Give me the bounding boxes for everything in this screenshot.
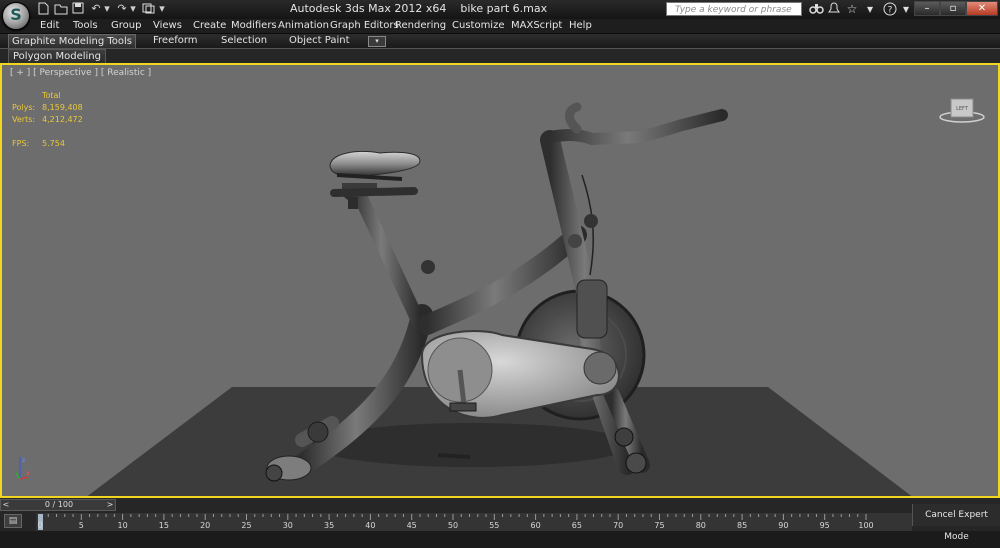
close-button[interactable]: ✕: [966, 1, 998, 16]
menu-create[interactable]: Create: [193, 19, 226, 33]
timeline-tick-label: 40: [365, 521, 376, 530]
title-bar: S ↶ ▾ ↷ ▾ ▾ Autodesk 3ds Max 2012 x64 bik…: [0, 0, 1000, 30]
timeline-tick-label: 45: [406, 521, 417, 530]
menu-group[interactable]: Group: [111, 19, 141, 33]
stats-fps-value: 5.754: [42, 139, 65, 148]
menu-bar: Edit Tools Group Views Create Modifiers …: [0, 19, 1000, 34]
time-slider-next-icon[interactable]: >: [105, 500, 115, 510]
chevron-down-icon[interactable]: ▾: [103, 2, 111, 16]
timeline-tick-label: 15: [158, 521, 169, 530]
tab-object-paint[interactable]: Object Paint: [289, 34, 350, 48]
file-title: bike part 6.max: [460, 2, 548, 15]
app-title: Autodesk 3ds Max 2012 x64: [290, 2, 447, 15]
timeline-tick-label: 70: [613, 521, 624, 530]
tab-freeform[interactable]: Freeform: [153, 34, 198, 48]
menu-help[interactable]: Help: [569, 19, 592, 33]
menu-graph-editors[interactable]: Graph Editors: [330, 19, 399, 33]
menu-maxscript[interactable]: MAXScript: [511, 19, 562, 33]
ribbon-options-dropdown[interactable]: ▾: [368, 36, 386, 47]
menu-tools[interactable]: Tools: [73, 19, 98, 33]
maximize-button[interactable]: ▫: [940, 1, 966, 16]
timeline-tick-label: 95: [819, 521, 830, 530]
stats-polys-value: 8,159,408: [42, 103, 83, 112]
timeline-tick-label: 65: [571, 521, 582, 530]
time-slider-prev-icon[interactable]: <: [1, 500, 11, 510]
application-menu-button[interactable]: S: [2, 2, 30, 30]
viewcube[interactable]: LEFT: [938, 95, 986, 125]
customize-quick-access-icon[interactable]: ▾: [157, 2, 167, 16]
svg-text:z: z: [22, 457, 25, 464]
timeline-tick-label: 5: [78, 521, 84, 530]
cancel-expert-mode-button[interactable]: Cancel Expert Mode: [912, 504, 1000, 542]
stats-total-header: Total: [42, 91, 61, 100]
timeline-tick-label: 50: [447, 521, 459, 530]
chevron-down-icon[interactable]: ▾: [129, 2, 137, 16]
timeline-tick-label: 75: [654, 521, 665, 530]
timeline-tick-label: 25: [241, 521, 252, 530]
stats-verts-label: Verts:: [12, 115, 36, 124]
timeline-tick-label: 90: [778, 521, 789, 530]
redo-icon[interactable]: ↷: [115, 2, 129, 16]
new-file-icon[interactable]: [36, 2, 50, 16]
binoculars-icon[interactable]: [808, 2, 824, 17]
timeline-tick-label: 30: [282, 521, 293, 530]
menu-views[interactable]: Views: [153, 19, 182, 33]
panel-polygon-modeling[interactable]: Polygon Modeling: [8, 49, 106, 64]
stats-polys-label: Polys:: [12, 103, 36, 112]
save-icon[interactable]: [71, 2, 85, 16]
frame-readout: 0 / 100: [44, 500, 74, 509]
menu-rendering[interactable]: Rendering: [395, 19, 446, 33]
window-title: Autodesk 3ds Max 2012 x64 bike part 6.max: [290, 2, 570, 15]
timeline-tick-label: 0: [37, 521, 43, 530]
star-icon[interactable]: ☆: [844, 2, 860, 17]
open-mini-curve-editor-icon[interactable]: ▤: [4, 514, 22, 528]
help-icon[interactable]: ?: [882, 2, 898, 17]
svg-text:x: x: [26, 470, 30, 477]
undo-icon[interactable]: ↶: [89, 2, 103, 16]
timeline-tick-label: 10: [117, 521, 128, 530]
tab-graphite-modeling-tools[interactable]: Graphite Modeling Tools: [8, 34, 136, 48]
menu-customize[interactable]: Customize: [452, 19, 505, 33]
timeline-tick-label: 85: [737, 521, 748, 530]
scene-render: [87, 102, 912, 496]
menu-modifiers[interactable]: Modifiers: [231, 19, 277, 33]
tab-selection[interactable]: Selection: [221, 34, 267, 48]
timeline-tick-label: 60: [530, 521, 541, 530]
chevron-down-icon[interactable]: ▾: [862, 2, 878, 17]
seat: [329, 151, 421, 178]
menu-edit[interactable]: Edit: [40, 19, 59, 33]
time-slider[interactable]: < 0 / 100 >: [0, 499, 116, 511]
timeline-tick-label: 20: [200, 521, 211, 530]
timeline-tick-label: 55: [489, 521, 500, 530]
app-logo-letter: S: [10, 5, 22, 24]
menu-animation[interactable]: Animation: [278, 19, 329, 33]
svg-text:?: ?: [888, 6, 893, 16]
ribbon-tabs: Graphite Modeling Tools Freeform Selecti…: [0, 34, 1000, 48]
timeline-tick-label: 80: [695, 521, 706, 530]
minimize-button[interactable]: –: [914, 1, 940, 16]
communication-center-icon[interactable]: [826, 2, 842, 17]
axis-tripod: z x: [12, 453, 32, 483]
stats-verts-value: 4,212,472: [42, 115, 83, 124]
viewcube-face-label: LEFT: [956, 106, 969, 112]
viewport-label[interactable]: [ + ] [ Perspective ] [ Realistic ]: [10, 68, 151, 78]
open-file-icon[interactable]: [53, 2, 69, 16]
stats-fps-label: FPS:: [12, 139, 30, 148]
project-folder-icon[interactable]: [141, 2, 155, 16]
perspective-viewport[interactable]: [ + ] [ Perspective ] [ Realistic ] Tota…: [0, 63, 1000, 498]
timeline-tick-label: 35: [324, 521, 335, 530]
timeline-tick-label: 100: [858, 521, 874, 530]
search-input[interactable]: Type a keyword or phrase: [666, 2, 802, 16]
chevron-down-icon[interactable]: ▾: [898, 2, 914, 17]
